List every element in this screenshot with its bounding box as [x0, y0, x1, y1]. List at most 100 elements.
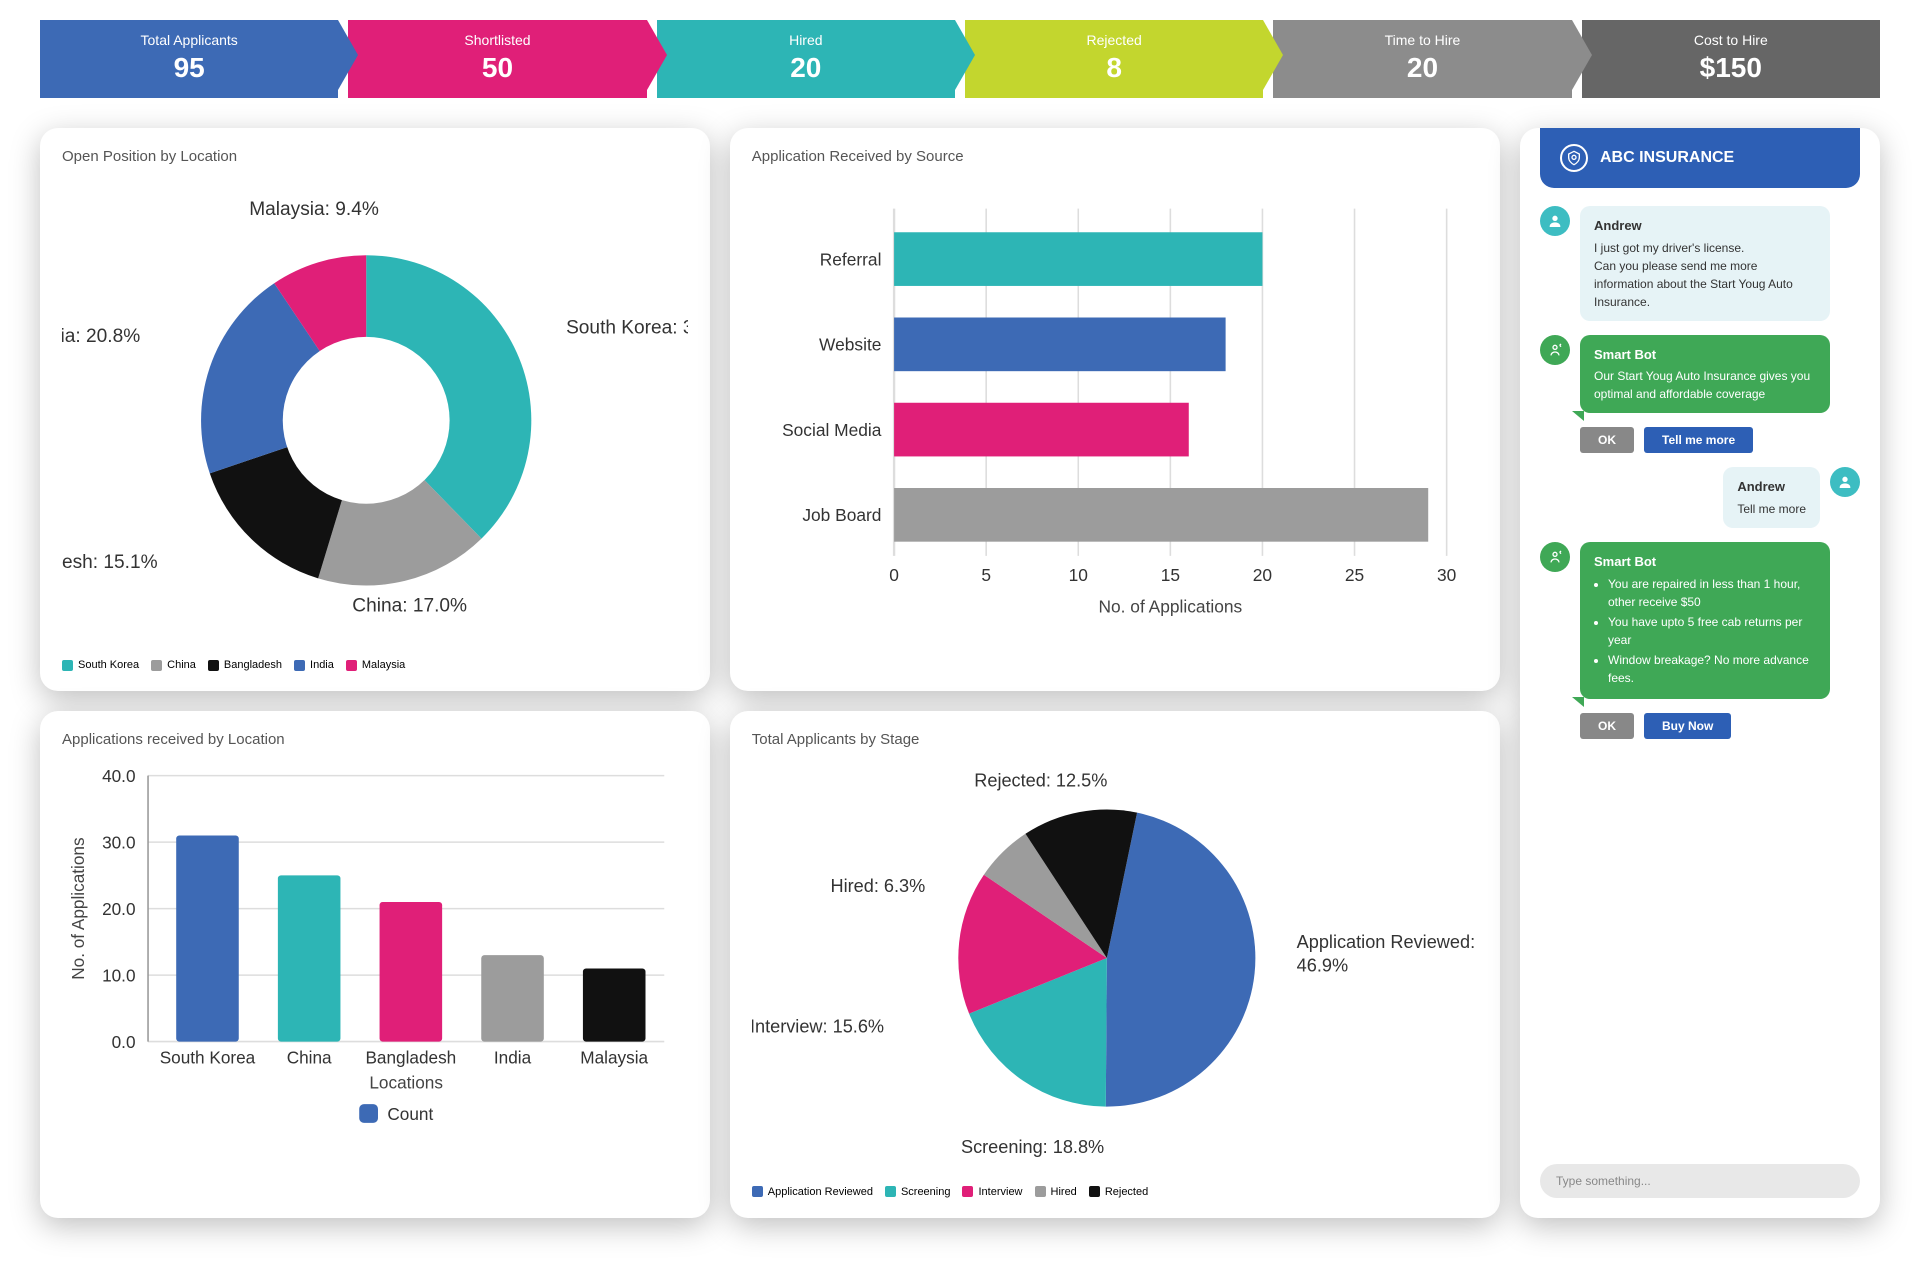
tick-label: 5 [981, 565, 991, 585]
pie-label: Hired: 6.3% [830, 876, 925, 896]
kpi-value: $150 [1582, 52, 1880, 84]
kpi-2: Hired 20 [657, 20, 955, 98]
kpi-label: Cost to Hire [1582, 32, 1880, 48]
donut-label: China: 17.0% [352, 596, 467, 617]
message-author: Smart Bot [1594, 552, 1816, 572]
kpi-label: Shortlisted [348, 32, 646, 48]
legend-item: India [294, 659, 334, 671]
category-label: Social Media [782, 420, 882, 440]
donut-chart: South Korea: 37.7%China: 17.0%Bangladesh… [62, 177, 688, 646]
chat-button-ok[interactable]: OK [1580, 713, 1634, 739]
pie-label: Screening: 18.8% [961, 1137, 1104, 1157]
kpi-3: Rejected 8 [965, 20, 1263, 98]
donut-label: India: 20.8% [62, 326, 140, 347]
message-bubble: AndrewTell me more [1723, 467, 1820, 528]
kpi-label: Rejected [965, 32, 1263, 48]
message-author: Andrew [1737, 477, 1806, 497]
legend-label: Count [387, 1104, 433, 1124]
kpi-value: 8 [965, 52, 1263, 84]
chat-input[interactable]: Type something... [1540, 1164, 1860, 1198]
legend-item: South Korea [62, 659, 139, 671]
pie-label: Interview: 15.6% [752, 1017, 884, 1037]
bar [894, 403, 1189, 457]
category-label: Website [819, 335, 881, 355]
donut-legend: South Korea China Bangladesh India Malaysia [62, 659, 688, 671]
y-axis-label: No. of Applications [68, 838, 88, 980]
donut-label: Malaysia: 9.4% [249, 199, 379, 220]
tick-label: 30.0 [102, 833, 135, 853]
category-label: China [287, 1048, 332, 1068]
chat-message: Smart BotOur Start Youg Auto Insurance g… [1540, 335, 1860, 414]
button-row: OK Buy Now [1580, 713, 1860, 739]
tick-label: 30 [1437, 565, 1456, 585]
bot-avatar-icon [1540, 335, 1570, 365]
user-avatar-icon [1540, 206, 1570, 236]
pie-label: 46.9% [1296, 956, 1347, 976]
hbar-title: Application Received by Source [752, 148, 1478, 165]
legend-item: Screening [885, 1186, 951, 1198]
tick-label: 0 [889, 565, 899, 585]
charts-grid: Open Position by Location South Korea: 3… [40, 128, 1500, 1218]
shield-icon [1560, 144, 1588, 172]
chat-button-ok[interactable]: OK [1580, 427, 1634, 453]
chatbot-panel: ABC INSURANCE AndrewI just got my driver… [1520, 128, 1880, 1218]
message-author: Smart Bot [1594, 345, 1816, 365]
main-content: Open Position by Location South Korea: 3… [40, 128, 1880, 1218]
bar [380, 902, 443, 1042]
button-row: OK Tell me more [1580, 427, 1860, 453]
kpi-5: Cost to Hire $150 [1582, 20, 1880, 98]
donut-title: Open Position by Location [62, 148, 688, 165]
legend-item: Application Reviewed [752, 1186, 873, 1198]
user-avatar-icon [1830, 467, 1860, 497]
tick-label: 10.0 [102, 966, 135, 986]
legend-item: Rejected [1089, 1186, 1148, 1198]
tick-label: 0.0 [112, 1032, 136, 1052]
vbar-title: Applications received by Location [62, 731, 688, 748]
kpi-value: 20 [1273, 52, 1571, 84]
kpi-row: Total Applicants95 Shortlisted 50 Hired 20 Re… [40, 20, 1880, 98]
kpi-label: Hired [657, 32, 955, 48]
bar [278, 876, 341, 1042]
legend-item: Hired [1035, 1186, 1077, 1198]
message-author: Andrew [1594, 216, 1816, 236]
chat-message: AndrewTell me more [1540, 467, 1860, 528]
donut-label: Bangladesh: 15.1% [62, 552, 158, 573]
vbar-card: Applications received by Location 0.0 10.… [40, 711, 710, 1218]
pie-card: Total Applicants by Stage Application Re… [730, 711, 1500, 1218]
pie-title: Total Applicants by Stage [752, 731, 1478, 748]
category-label: Referral [819, 249, 881, 269]
pie-legend: Application Reviewed Screening Interview Hi… [752, 1186, 1478, 1198]
kpi-value: 20 [657, 52, 955, 84]
category-label: Bangladesh [365, 1048, 456, 1068]
hbar-chart: 051015202530ReferralWebsiteSocial MediaJ… [752, 177, 1478, 635]
bar [583, 969, 646, 1042]
legend-item: China [151, 659, 196, 671]
bar [894, 488, 1428, 542]
kpi-0: Total Applicants95 [40, 20, 338, 98]
tick-label: 20.0 [102, 899, 135, 919]
tick-label: 20 [1253, 565, 1272, 585]
message-bubble: Smart BotYou are repaired in less than 1… [1580, 542, 1830, 700]
vbar-chart: 0.010.020.030.040.0South KoreaChinaBangl… [62, 760, 688, 1167]
category-label: Malaysia [580, 1048, 648, 1068]
bar [176, 836, 239, 1042]
chat-header-title: ABC INSURANCE [1600, 149, 1734, 167]
chat-button-tell-me-more[interactable]: Tell me more [1644, 427, 1753, 453]
legend-item: Interview [962, 1186, 1022, 1198]
legend-item: Bangladesh [208, 659, 282, 671]
tick-label: 10 [1068, 565, 1087, 585]
category-label: Job Board [802, 505, 881, 525]
bar [481, 955, 544, 1041]
chat-body: AndrewI just got my driver's license.Can… [1520, 188, 1880, 1152]
chat-header: ABC INSURANCE [1540, 128, 1860, 188]
kpi-value: 50 [348, 52, 646, 84]
chat-button-buy-now[interactable]: Buy Now [1644, 713, 1731, 739]
bar [894, 232, 1262, 286]
x-axis-label: No. of Applications [1098, 597, 1242, 617]
bot-avatar-icon [1540, 542, 1570, 572]
chat-message: Smart BotYou are repaired in less than 1… [1540, 542, 1860, 700]
legend-item: Malaysia [346, 659, 405, 671]
tick-label: 40.0 [102, 766, 135, 786]
tick-label: 25 [1345, 565, 1364, 585]
chat-message: AndrewI just got my driver's license.Can… [1540, 206, 1860, 321]
